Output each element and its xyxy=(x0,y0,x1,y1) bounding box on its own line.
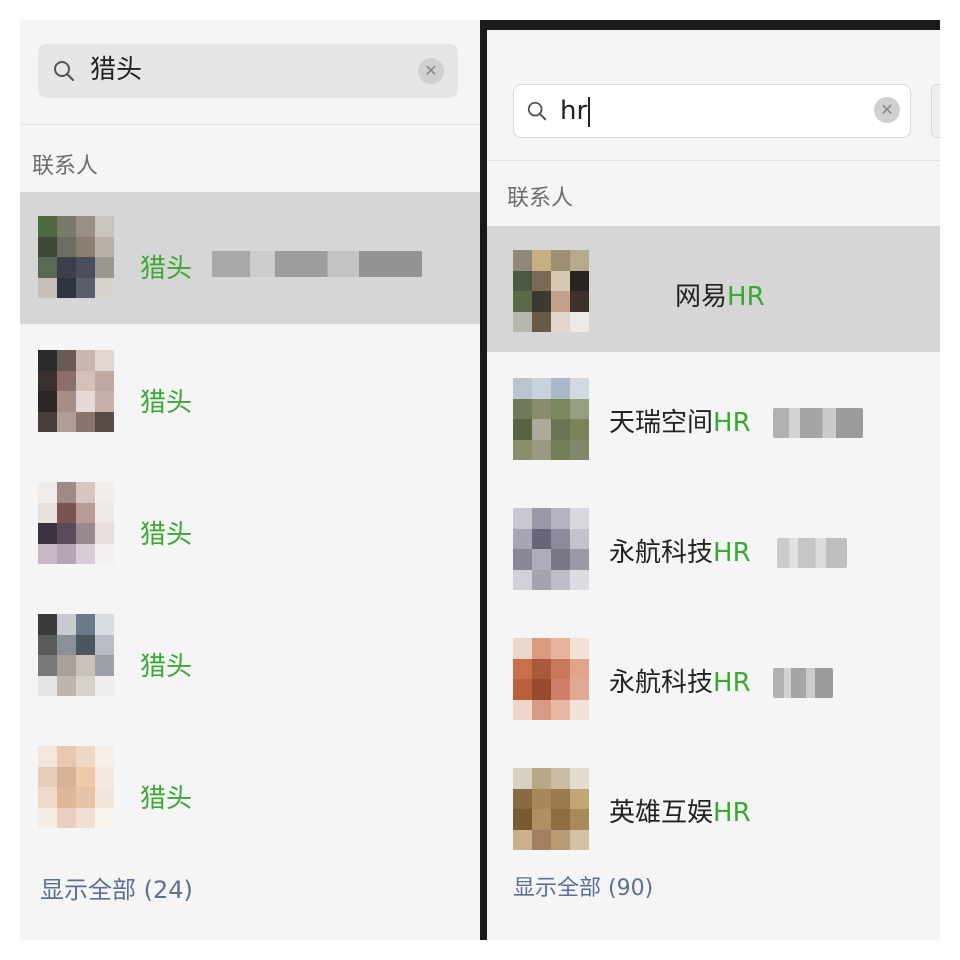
avatar xyxy=(513,768,589,850)
show-all-link[interactable]: 显示全部 (24) xyxy=(40,870,193,905)
contact-row[interactable]: 永航科技HR xyxy=(487,482,940,614)
contact-name: 猎头 xyxy=(140,784,193,814)
avatar xyxy=(38,746,114,828)
contact-name: 猎头 xyxy=(140,652,193,682)
contact-row[interactable]: 英雄互娱HR xyxy=(487,742,940,874)
avatar xyxy=(513,508,589,590)
avatar xyxy=(513,378,589,460)
contact-row[interactable]: 网易HR xyxy=(487,226,940,352)
clear-icon[interactable]: ✕ xyxy=(874,97,900,123)
avatar xyxy=(513,638,589,720)
divider xyxy=(20,124,480,125)
section-contacts-label: 联系人 xyxy=(507,186,574,211)
clear-icon[interactable]: ✕ xyxy=(418,58,444,84)
redacted-text xyxy=(773,668,833,698)
divider xyxy=(487,160,940,161)
search-query: 猎头 xyxy=(90,55,143,85)
contact-row[interactable]: 猎头 xyxy=(20,456,480,588)
search-icon xyxy=(527,101,547,121)
avatar xyxy=(38,216,114,298)
contact-name: 猎头 xyxy=(140,388,193,418)
text-cursor xyxy=(588,97,590,127)
contact-row[interactable]: 猎头 xyxy=(20,588,480,720)
contact-name: 永航科技HR xyxy=(609,538,751,568)
contact-name: 永航科技HR xyxy=(609,668,751,698)
contact-name: 英雄互娱HR xyxy=(609,798,751,828)
redacted-text xyxy=(212,251,422,277)
contact-row[interactable]: 猎头 xyxy=(20,324,480,456)
search-icon xyxy=(54,61,75,82)
contact-row[interactable]: 天瑞空间HR xyxy=(487,352,940,484)
add-button[interactable] xyxy=(931,84,940,138)
avatar xyxy=(38,482,114,564)
show-all-link[interactable]: 显示全部 (90) xyxy=(513,870,653,902)
section-contacts-label: 联系人 xyxy=(32,154,99,179)
contact-row[interactable]: 猎头 xyxy=(20,720,480,852)
panel-divider xyxy=(480,20,487,940)
contact-name: 猎头 xyxy=(140,520,193,550)
right-search-panel: hr ✕ 联系人 网易HR 天瑞空间HR 永航科技HR 永航科技HR 英雄互娱H… xyxy=(487,30,940,940)
search-box[interactable]: 猎头 ✕ xyxy=(38,44,458,98)
contact-row[interactable]: 永航科技HR xyxy=(487,612,940,744)
left-search-panel: 猎头 ✕ 联系人 猎头 猎头 猎头 猎头 猎头 显示全部 (24) xyxy=(20,20,480,940)
search-query: hr xyxy=(560,96,588,126)
avatar xyxy=(513,250,589,332)
redacted-text xyxy=(773,408,863,438)
contact-name: 猎头 xyxy=(140,254,193,284)
window-top-border xyxy=(487,20,940,30)
avatar xyxy=(38,350,114,432)
avatar xyxy=(38,614,114,696)
search-box[interactable]: hr ✕ xyxy=(513,84,911,138)
contact-name: 天瑞空间HR xyxy=(609,408,751,438)
redacted-text xyxy=(777,538,847,568)
contact-row[interactable]: 猎头 xyxy=(20,192,480,324)
contact-name: 网易HR xyxy=(675,282,765,312)
